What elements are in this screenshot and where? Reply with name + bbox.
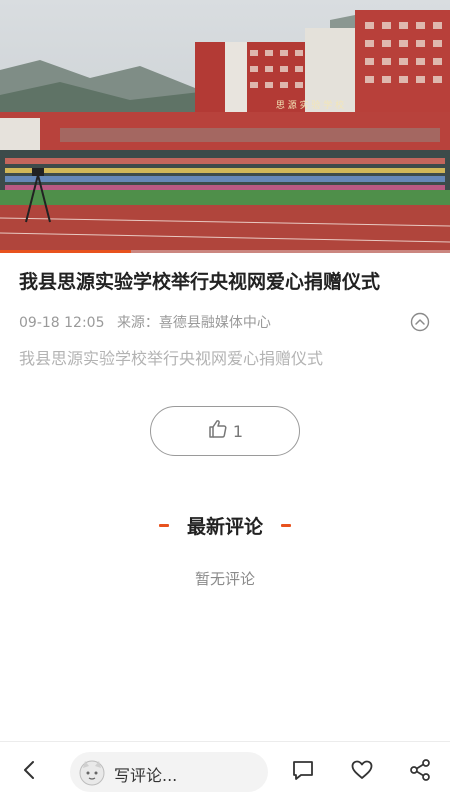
article-meta: 09-18 12:05 来源：喜德县融媒体中心 bbox=[19, 312, 279, 332]
comment-button[interactable] bbox=[290, 757, 316, 783]
heart-icon bbox=[351, 760, 373, 779]
like-button[interactable]: 1 bbox=[150, 406, 300, 456]
collapse-up-icon[interactable] bbox=[410, 312, 430, 332]
no-comments-text: 暂无评论 bbox=[194, 570, 255, 588]
share-button[interactable] bbox=[407, 757, 433, 783]
video-progress-bar[interactable] bbox=[0, 250, 450, 253]
like-count: 1 bbox=[232, 421, 244, 441]
video-player[interactable]: 思 源 实 验 学 校 bbox=[0, 0, 450, 253]
user-avatar-icon bbox=[76, 756, 108, 788]
back-button[interactable] bbox=[19, 759, 41, 781]
write-comment-input[interactable]: 写评论... bbox=[70, 752, 268, 792]
banner-text: 思 源 实 验 学 校 bbox=[276, 99, 344, 111]
comments-section-header: 最新评论 bbox=[0, 510, 450, 540]
section-dash-right bbox=[281, 523, 291, 527]
comments-section-title: 最新评论 bbox=[186, 515, 263, 538]
article-title: 我县思源实验学校举行央视网爱心捐赠仪式 bbox=[19, 271, 381, 293]
article-source: 来源：喜德县融媒体中心 bbox=[116, 315, 271, 331]
thumbs-up-icon bbox=[207, 418, 229, 444]
article-summary: 我县思源实验学校举行央视网爱心捐赠仪式 bbox=[19, 349, 324, 368]
comment-bubble-icon bbox=[293, 761, 313, 780]
video-frame-image: 思 源 实 验 学 校 bbox=[0, 0, 450, 253]
favorite-button[interactable] bbox=[349, 757, 375, 783]
share-icon bbox=[410, 759, 430, 781]
section-dash-left bbox=[158, 523, 169, 527]
bottom-action-bar: 写评论... bbox=[0, 741, 450, 801]
video-progress-fill bbox=[0, 250, 131, 253]
comment-placeholder: 写评论... bbox=[114, 766, 178, 785]
chevron-left-icon bbox=[24, 761, 34, 779]
article-date: 09-18 12:05 bbox=[19, 315, 105, 331]
